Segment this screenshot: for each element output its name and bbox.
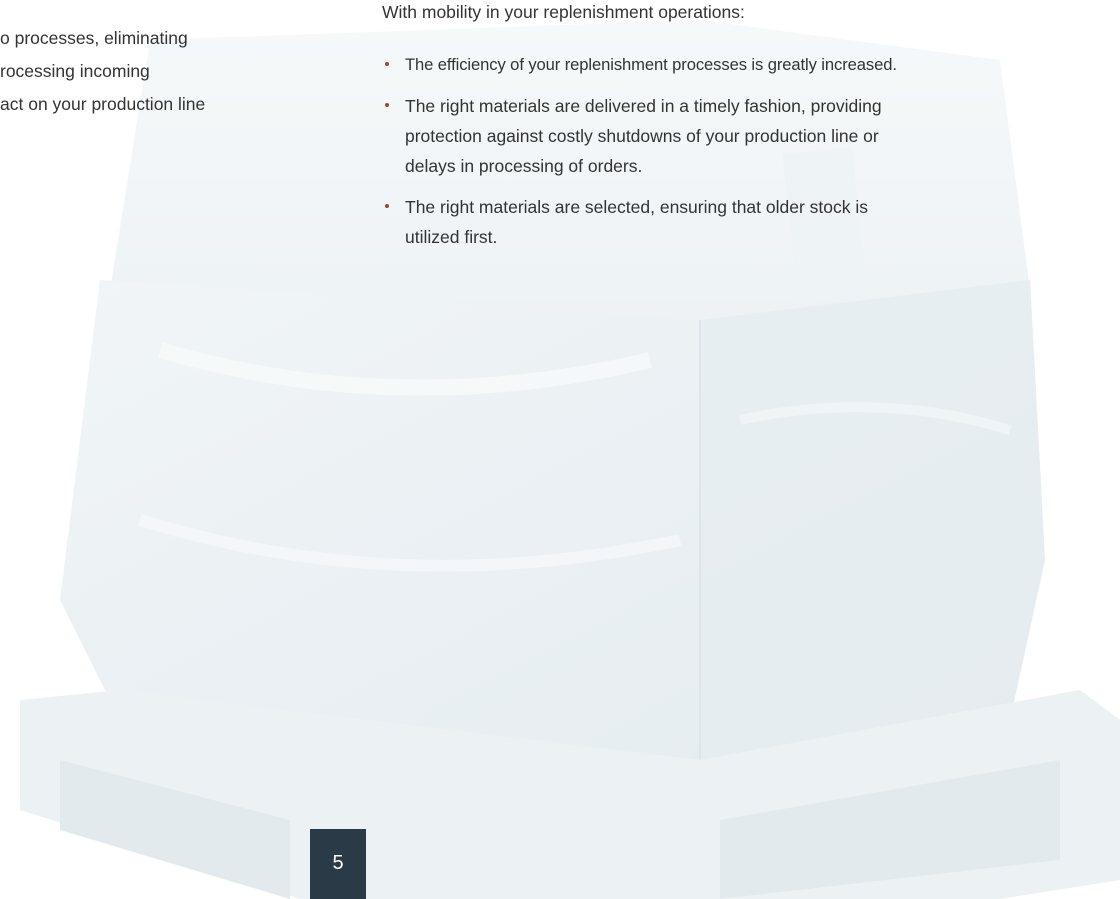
list-item-text: utilized first. [405, 227, 498, 247]
list-item-text: The right materials are delivered in a t… [405, 96, 882, 116]
list-item-text: protection against costly shutdowns of y… [405, 126, 879, 146]
bullet-dot-icon [385, 103, 389, 107]
list-item: The right materials are delivered in a t… [382, 91, 1117, 181]
list-item-text: The efficiency of your replenishment pro… [405, 55, 897, 74]
list-item: The efficiency of your replenishment pro… [382, 50, 1117, 80]
text-line: act on your production line [0, 94, 206, 114]
left-paragraph-fragment: o processes, eliminating rocessing incom… [0, 22, 300, 121]
list-item-text: The right materials are selected, ensuri… [405, 197, 868, 217]
text-line: o processes, eliminating [0, 28, 188, 48]
benefits-list: The efficiency of your replenishment pro… [382, 50, 1117, 263]
text-line: rocessing incoming [0, 61, 150, 81]
page-number: 5 [310, 829, 366, 899]
list-item: The right materials are selected, ensuri… [382, 192, 1117, 252]
bullet-dot-icon [385, 62, 389, 66]
list-item-text: delays in processing of orders. [405, 156, 643, 176]
page-content: o processes, eliminating rocessing incom… [0, 0, 1120, 899]
bullet-dot-icon [385, 204, 389, 208]
benefits-intro: With mobility in your replenishment oper… [382, 2, 745, 22]
